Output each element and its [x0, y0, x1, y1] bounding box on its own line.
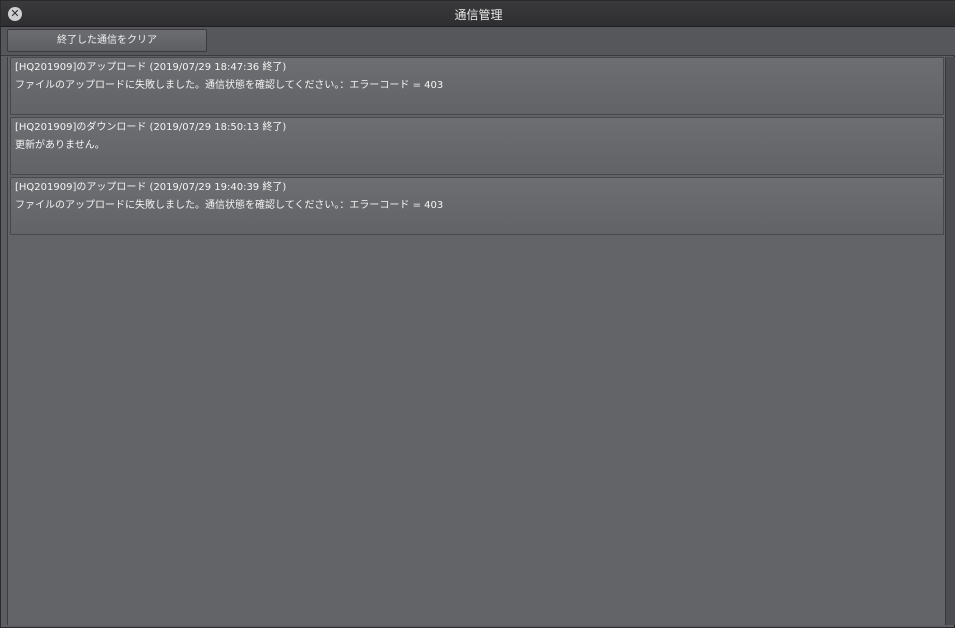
vertical-scrollbar[interactable]	[945, 57, 955, 625]
clear-finished-button[interactable]: 終了した通信をクリア	[7, 29, 207, 52]
list-item[interactable]: [HQ201909]のアップロード (2019/07/29 19:40:39 終…	[10, 177, 944, 235]
communication-window: ✕ 通信管理 終了した通信をクリア [HQ201909]のアップロード (201…	[0, 0, 955, 628]
item-message: 更新がありません。	[15, 140, 105, 151]
list-item[interactable]: [HQ201909]のアップロード (2019/07/29 18:47:36 終…	[10, 57, 944, 115]
list-item[interactable]: [HQ201909]のダウンロード (2019/07/29 18:50:13 終…	[10, 117, 944, 175]
item-message: ファイルのアップロードに失敗しました。通信状態を確認してください。：エラーコード…	[15, 80, 444, 91]
communication-list: [HQ201909]のアップロード (2019/07/29 18:47:36 終…	[7, 57, 945, 625]
title-bar[interactable]: ✕ 通信管理	[1, 1, 955, 27]
toolbar: 終了した通信をクリア	[1, 27, 955, 56]
window-title: 通信管理	[454, 8, 503, 22]
item-title: [HQ201909]のアップロード (2019/07/29 18:47:36 終…	[15, 62, 287, 73]
item-title: [HQ201909]のアップロード (2019/07/29 19:40:39 終…	[15, 182, 287, 193]
item-title: [HQ201909]のダウンロード (2019/07/29 18:50:13 終…	[15, 122, 287, 133]
item-message: ファイルのアップロードに失敗しました。通信状態を確認してください。：エラーコード…	[15, 200, 444, 211]
